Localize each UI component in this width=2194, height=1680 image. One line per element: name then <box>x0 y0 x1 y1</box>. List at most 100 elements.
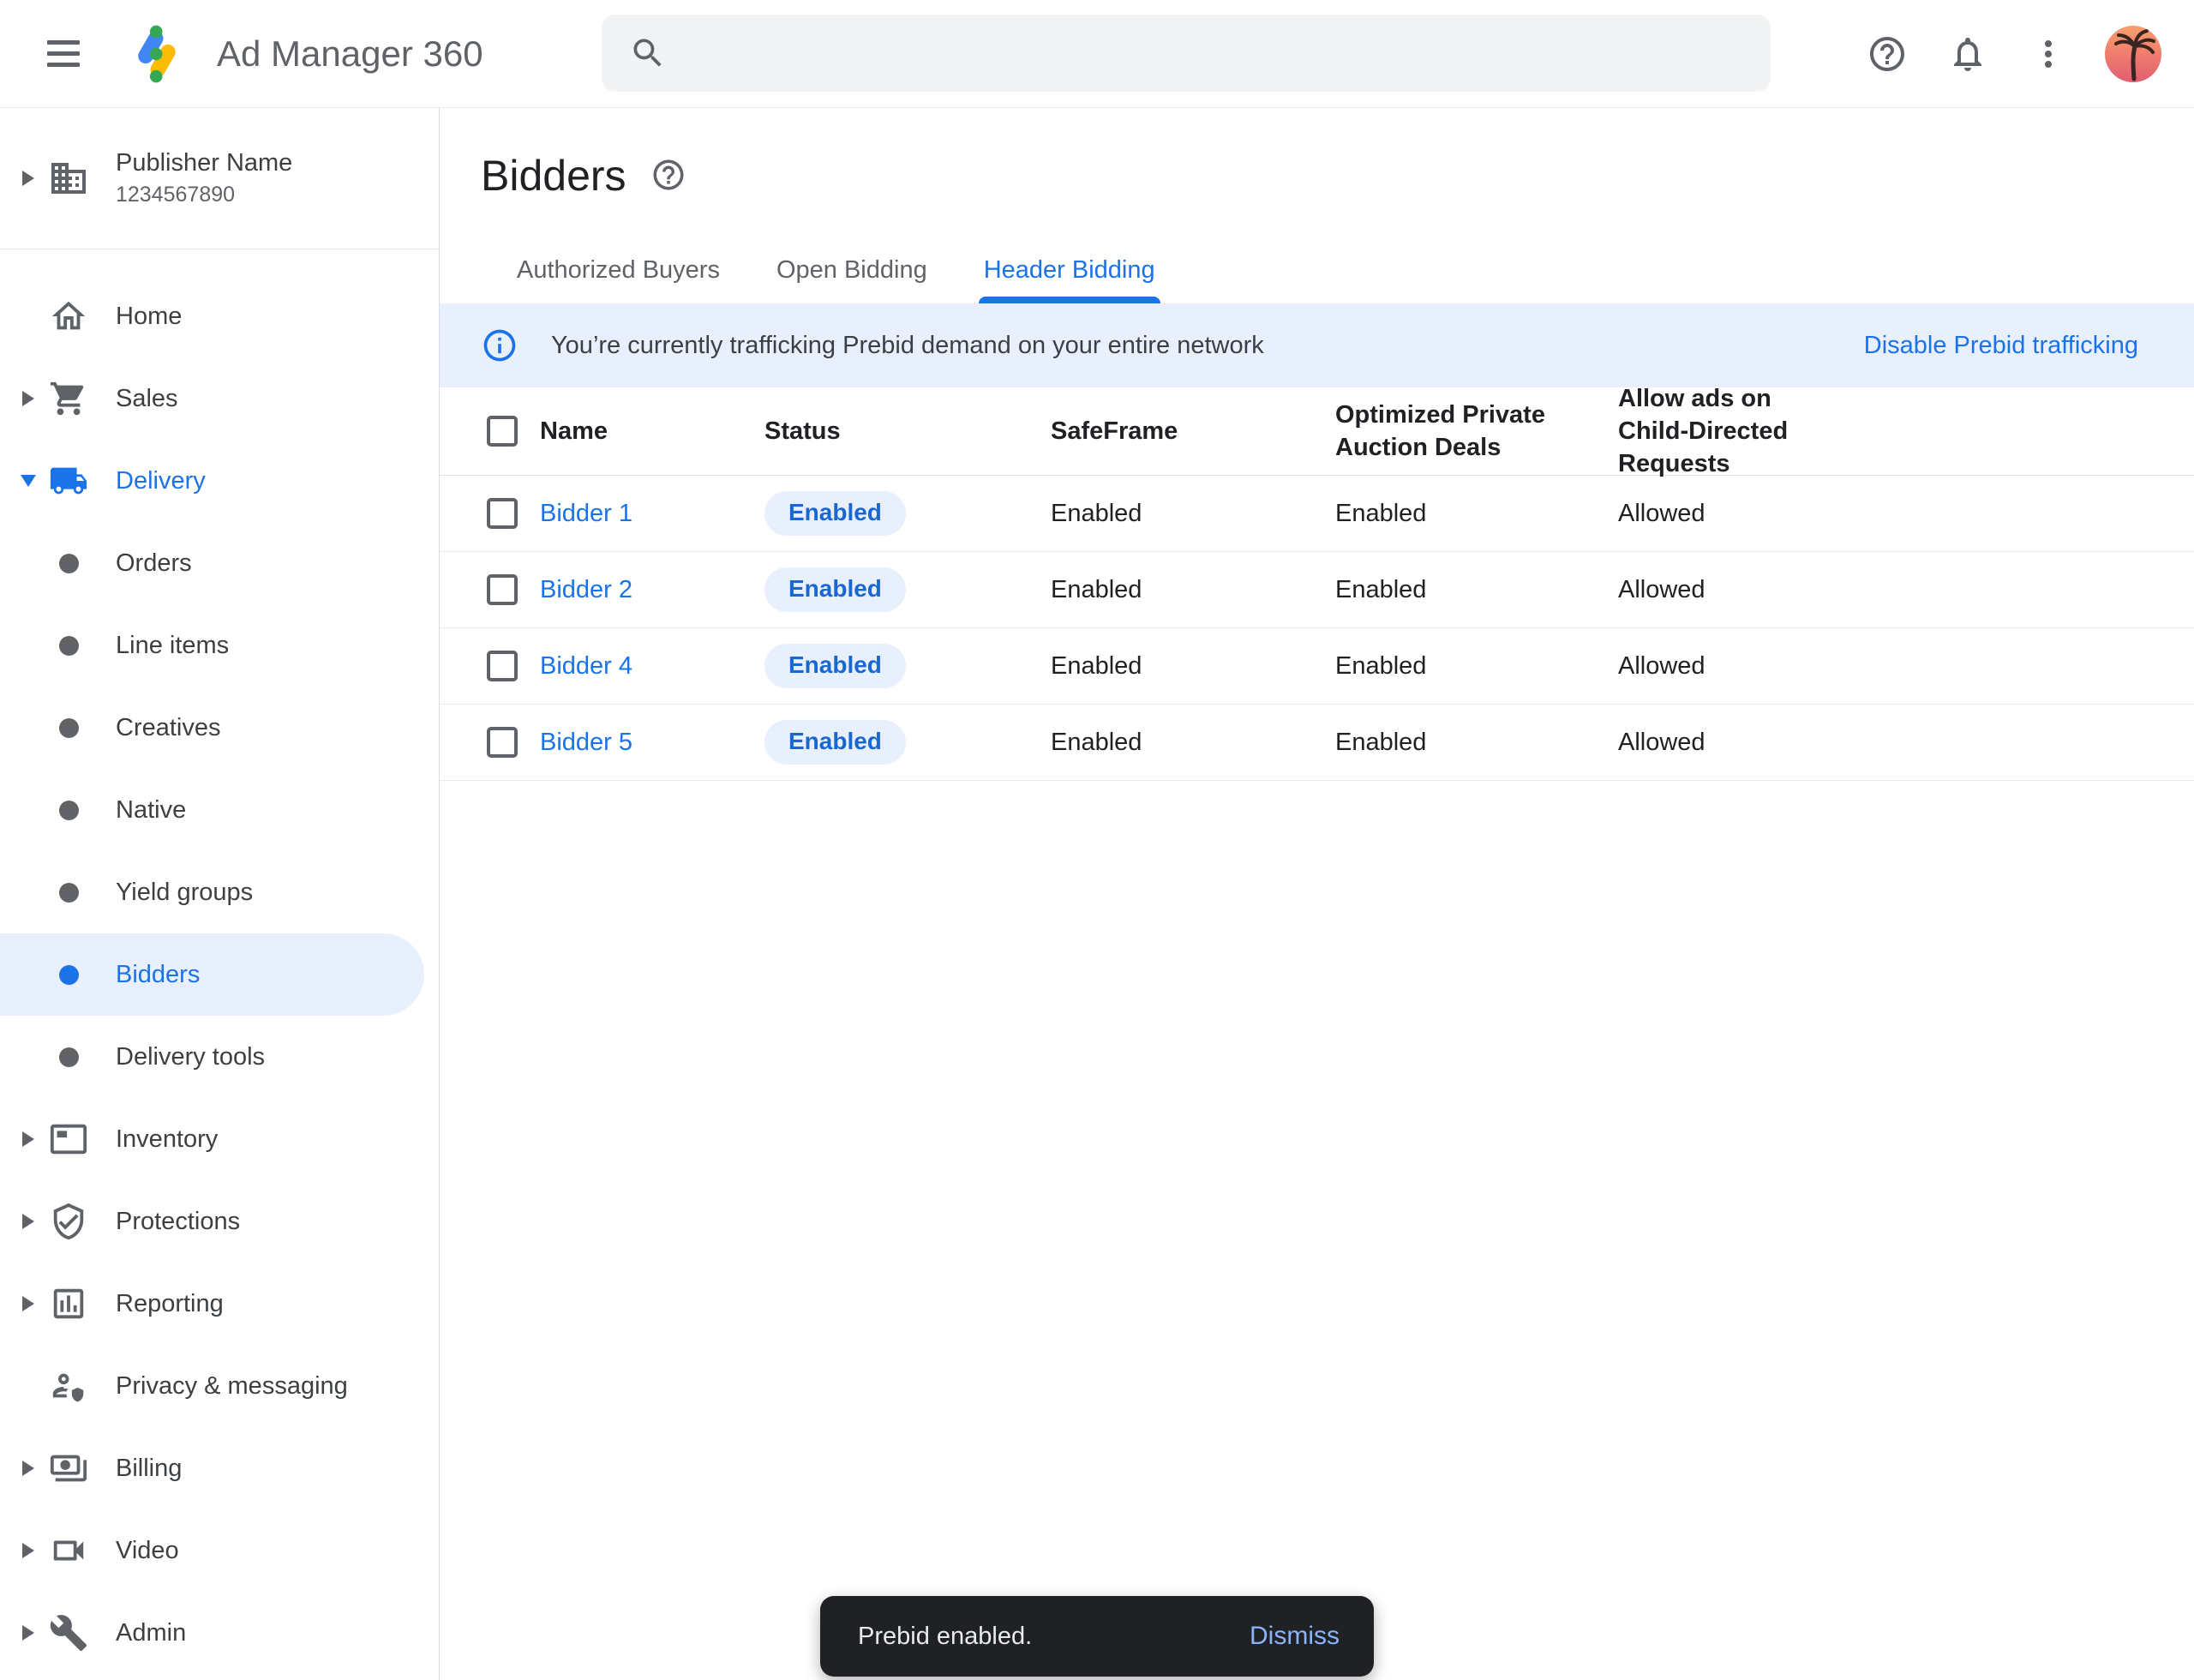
bullet-icon <box>48 789 89 831</box>
column-header-status: Status <box>764 415 841 447</box>
sidebar-item-line-items[interactable]: Line items <box>0 604 439 687</box>
expand-right-icon <box>22 1131 34 1147</box>
expand-right-icon <box>22 1543 34 1558</box>
home-icon <box>48 296 89 337</box>
bidders-table: Name Status SafeFrame Optimized Private … <box>440 387 2194 781</box>
row-checkbox[interactable] <box>487 498 518 529</box>
sidebar-item-inventory[interactable]: Inventory <box>0 1098 439 1180</box>
sidebar-item-protections[interactable]: Protections <box>0 1180 439 1263</box>
shield-check-icon <box>48 1201 89 1242</box>
expand-right-icon <box>22 1461 34 1476</box>
search-input[interactable] <box>667 15 1771 92</box>
bidder-link[interactable]: Bidder 1 <box>540 500 632 527</box>
info-icon <box>481 327 519 364</box>
snackbar-toast: Prebid enabled. Dismiss <box>820 1596 1374 1677</box>
main-content: Bidders Authorized Buyers Open Bidding H… <box>440 108 2194 1680</box>
table-row: Bidder 5 Enabled Enabled Enabled Allowed <box>440 705 2194 781</box>
status-badge: Enabled <box>764 567 906 612</box>
person-badge-icon <box>48 1365 89 1407</box>
palm-tree-silhouette <box>2105 26 2161 82</box>
child-directed-value: Allowed <box>1618 500 1705 527</box>
top-app-bar: Ad Manager 360 <box>0 0 2194 108</box>
sidebar-item-privacy-messaging[interactable]: Privacy & messaging <box>0 1345 439 1427</box>
tab-authorized-buyers[interactable]: Authorized Buyers <box>517 235 720 303</box>
ad-manager-logo-icon <box>124 21 189 87</box>
sidebar-item-delivery[interactable]: Delivery <box>0 440 439 522</box>
dismiss-button[interactable]: Dismiss <box>1250 1622 1340 1651</box>
expand-right-icon <box>22 1296 34 1311</box>
more-vert-icon <box>2028 33 2069 75</box>
sidebar-item-billing[interactable]: Billing <box>0 1427 439 1509</box>
building-icon <box>48 158 89 199</box>
help-button[interactable] <box>1863 30 1911 78</box>
banner-message: You’re currently trafficking Prebid dema… <box>551 332 1264 360</box>
table-header-row: Name Status SafeFrame Optimized Private … <box>440 387 2194 476</box>
bullet-icon <box>48 707 89 748</box>
table-row: Bidder 1 Enabled Enabled Enabled Allowed <box>440 476 2194 552</box>
more-options-button[interactable] <box>2024 30 2072 78</box>
page-help-button[interactable] <box>650 157 687 195</box>
sidebar-item-yield-groups[interactable]: Yield groups <box>0 851 439 933</box>
column-header-private-auction: Optimized Private Auction Deals <box>1335 399 1551 464</box>
notifications-button[interactable] <box>1944 30 1992 78</box>
column-header-child-directed: Allow ads on Child-Directed Requests <box>1618 382 1848 480</box>
sidebar-item-reporting[interactable]: Reporting <box>0 1263 439 1345</box>
page-title: Bidders <box>481 151 626 201</box>
truck-icon <box>48 460 89 501</box>
row-checkbox[interactable] <box>487 727 518 758</box>
private-auction-value: Enabled <box>1335 652 1426 680</box>
prebid-info-banner: You’re currently trafficking Prebid dema… <box>440 303 2194 387</box>
bullet-icon <box>48 543 89 584</box>
expand-down-icon <box>21 475 36 487</box>
active-tab-indicator <box>979 297 1160 303</box>
bell-icon <box>1947 33 1988 75</box>
help-icon <box>1867 33 1908 75</box>
inventory-icon <box>48 1119 89 1160</box>
expand-right-icon <box>22 1625 34 1641</box>
sidebar-item-native[interactable]: Native <box>0 769 439 851</box>
sidebar-item-orders[interactable]: Orders <box>0 522 439 604</box>
wrench-icon <box>48 1612 89 1653</box>
column-header-name: Name <box>540 415 608 447</box>
table-row: Bidder 2 Enabled Enabled Enabled Allowed <box>440 552 2194 628</box>
select-all-checkbox[interactable] <box>487 416 518 447</box>
safeframe-value: Enabled <box>1051 652 1142 680</box>
row-checkbox[interactable] <box>487 574 518 605</box>
sidebar-item-creatives[interactable]: Creatives <box>0 687 439 769</box>
tab-header-bidding[interactable]: Header Bidding <box>984 235 1155 303</box>
publisher-id: 1234567890 <box>116 183 292 207</box>
bidder-link[interactable]: Bidder 4 <box>540 652 632 680</box>
safeframe-value: Enabled <box>1051 500 1142 527</box>
status-badge: Enabled <box>764 720 906 765</box>
menu-icon[interactable] <box>47 33 88 75</box>
child-directed-value: Allowed <box>1618 729 1705 756</box>
bullet-icon <box>48 625 89 666</box>
bidder-link[interactable]: Bidder 2 <box>540 576 632 603</box>
money-icon <box>48 1448 89 1489</box>
disable-prebid-trafficking-link[interactable]: Disable Prebid trafficking <box>1864 332 2138 360</box>
bar-chart-icon <box>48 1283 89 1324</box>
safeframe-value: Enabled <box>1051 576 1142 603</box>
account-avatar[interactable] <box>2105 26 2161 82</box>
topbar-actions <box>1863 0 2161 108</box>
sidebar-item-video[interactable]: Video <box>0 1509 439 1592</box>
child-directed-value: Allowed <box>1618 652 1705 680</box>
sidebar-item-delivery-tools[interactable]: Delivery tools <box>0 1016 439 1098</box>
row-checkbox[interactable] <box>487 651 518 681</box>
column-header-safeframe: SafeFrame <box>1051 415 1178 447</box>
status-badge: Enabled <box>764 644 906 688</box>
video-camera-icon <box>48 1530 89 1571</box>
private-auction-value: Enabled <box>1335 576 1426 603</box>
search-icon <box>629 34 667 72</box>
expand-right-icon <box>22 391 34 406</box>
sidebar-item-bidders[interactable]: Bidders <box>0 933 424 1016</box>
table-row: Bidder 4 Enabled Enabled Enabled Allowed <box>440 628 2194 705</box>
sidebar-item-sales[interactable]: Sales <box>0 357 439 440</box>
sidebar-item-admin[interactable]: Admin <box>0 1592 439 1674</box>
tab-open-bidding[interactable]: Open Bidding <box>776 235 927 303</box>
bullet-icon <box>48 1036 89 1077</box>
sidebar-item-home[interactable]: Home <box>0 275 439 357</box>
publisher-switcher[interactable]: Publisher Name 1234567890 <box>0 108 439 249</box>
bidder-link[interactable]: Bidder 5 <box>540 729 632 756</box>
search-bar[interactable] <box>602 15 1771 92</box>
